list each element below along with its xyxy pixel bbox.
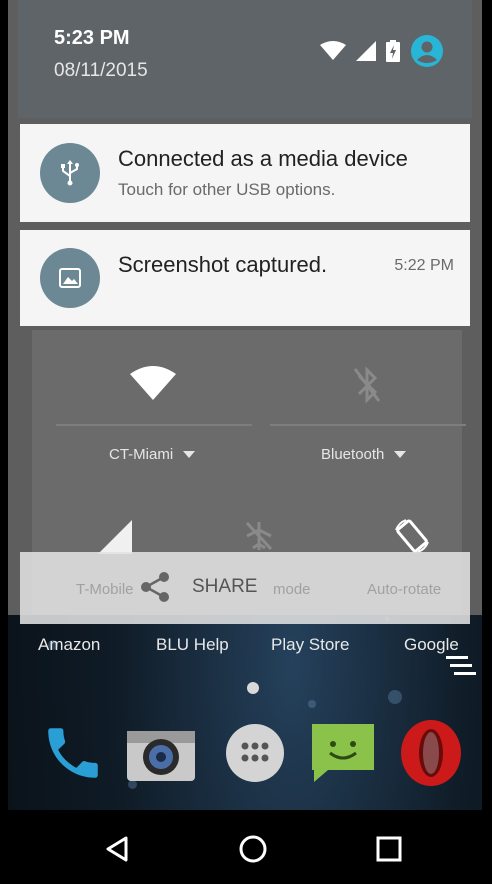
clock-time: 5:23 PM [54, 27, 130, 49]
notification-shade: 5:23 PM 08/11/2015 Connected as a media … [8, 0, 482, 615]
notification-title: Screenshot captured. [118, 252, 328, 277]
notification-subtitle: Touch for other USB options. [118, 180, 336, 199]
mobile-network-label: T-Mobile [76, 581, 134, 598]
auto-rotate-icon[interactable] [392, 516, 432, 556]
wifi-icon[interactable] [130, 366, 176, 402]
divider [56, 424, 252, 426]
dropdown-arrow-icon [394, 450, 407, 458]
opera-icon[interactable] [394, 716, 468, 790]
airplane-mode-icon[interactable] [244, 520, 274, 552]
app-label-blu-help[interactable]: BLU Help [156, 635, 229, 655]
share-icon [141, 572, 169, 602]
navigation-bar [8, 810, 482, 884]
bluetooth-label[interactable]: Bluetooth [321, 446, 407, 463]
wifi-network-name: CT-Miami [109, 446, 174, 463]
page-indicator [247, 682, 259, 694]
home-app-labels: Amazon BLU Help Play Store Google [8, 635, 482, 665]
wifi-network-label[interactable]: CT-Miami [109, 446, 196, 463]
bluetooth-name: Bluetooth [321, 446, 385, 463]
screenshot-notification[interactable]: Screenshot captured. 5:22 PM [20, 230, 470, 326]
wifi-signal-icon [320, 41, 346, 60]
app-label-amazon[interactable]: Amazon [38, 635, 100, 655]
bluetooth-off-icon[interactable] [352, 366, 382, 404]
phone-screen: Amazon BLU Help Play Store Google 5:23 P… [8, 0, 482, 884]
camera-icon[interactable] [124, 716, 198, 790]
user-account-icon[interactable] [410, 34, 444, 68]
back-icon[interactable] [94, 826, 140, 872]
usb-notification[interactable]: Connected as a media device Touch for ot… [20, 124, 470, 222]
dock [8, 716, 482, 806]
usb-icon [40, 143, 100, 203]
recents-icon[interactable] [366, 826, 412, 872]
app-label-google[interactable]: Google [404, 635, 459, 655]
mobile-data-icon[interactable] [98, 520, 132, 554]
notification-time: 5:22 PM [394, 257, 454, 274]
phone-icon[interactable] [36, 716, 110, 790]
share-button[interactable]: SHARE [138, 570, 257, 604]
dropdown-arrow-icon [183, 450, 196, 458]
status-header: 5:23 PM 08/11/2015 [18, 0, 472, 118]
messaging-icon[interactable] [306, 716, 380, 790]
share-label: SHARE [192, 576, 258, 597]
divider [270, 424, 466, 426]
app-label-play-store[interactable]: Play Store [271, 635, 349, 655]
home-icon[interactable] [230, 826, 276, 872]
battery-charging-icon [386, 40, 400, 62]
image-icon [40, 248, 100, 308]
notification-title: Connected as a media device [118, 146, 408, 171]
share-bar: T-Mobile mode Auto-rotate SHARE [20, 552, 470, 624]
menu-lines-icon [446, 656, 476, 675]
airplane-mode-label: mode [273, 581, 311, 598]
status-icons [320, 34, 444, 68]
cell-signal-icon [356, 41, 376, 61]
date-text[interactable]: 08/11/2015 [54, 60, 148, 82]
app-drawer-icon[interactable] [218, 716, 292, 790]
auto-rotate-label: Auto-rotate [367, 581, 442, 598]
